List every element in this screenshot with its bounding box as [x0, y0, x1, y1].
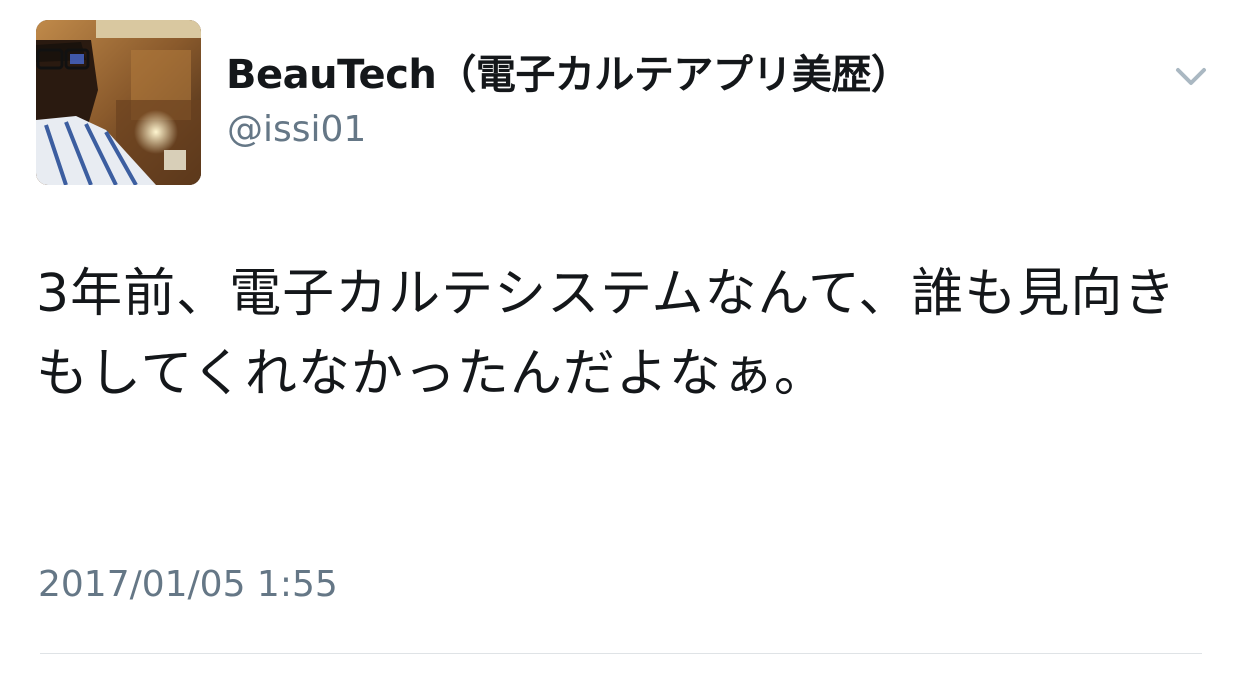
author-handle[interactable]: @issi01 [227, 108, 366, 152]
profile-photo-icon [36, 20, 201, 185]
author-display-name[interactable]: BeauTech（電子カルテアプリ美歴） [226, 50, 911, 100]
divider [40, 653, 1202, 654]
tweet-timestamp[interactable]: 2017/01/05 1:55 [38, 563, 338, 607]
tweet-text: 3年前、電子カルテシステムなんて、誰も見向きもしてくれなかったんだよなぁ。 [36, 264, 1177, 404]
chevron-down-icon[interactable] [1172, 62, 1210, 92]
avatar[interactable] [36, 20, 201, 185]
